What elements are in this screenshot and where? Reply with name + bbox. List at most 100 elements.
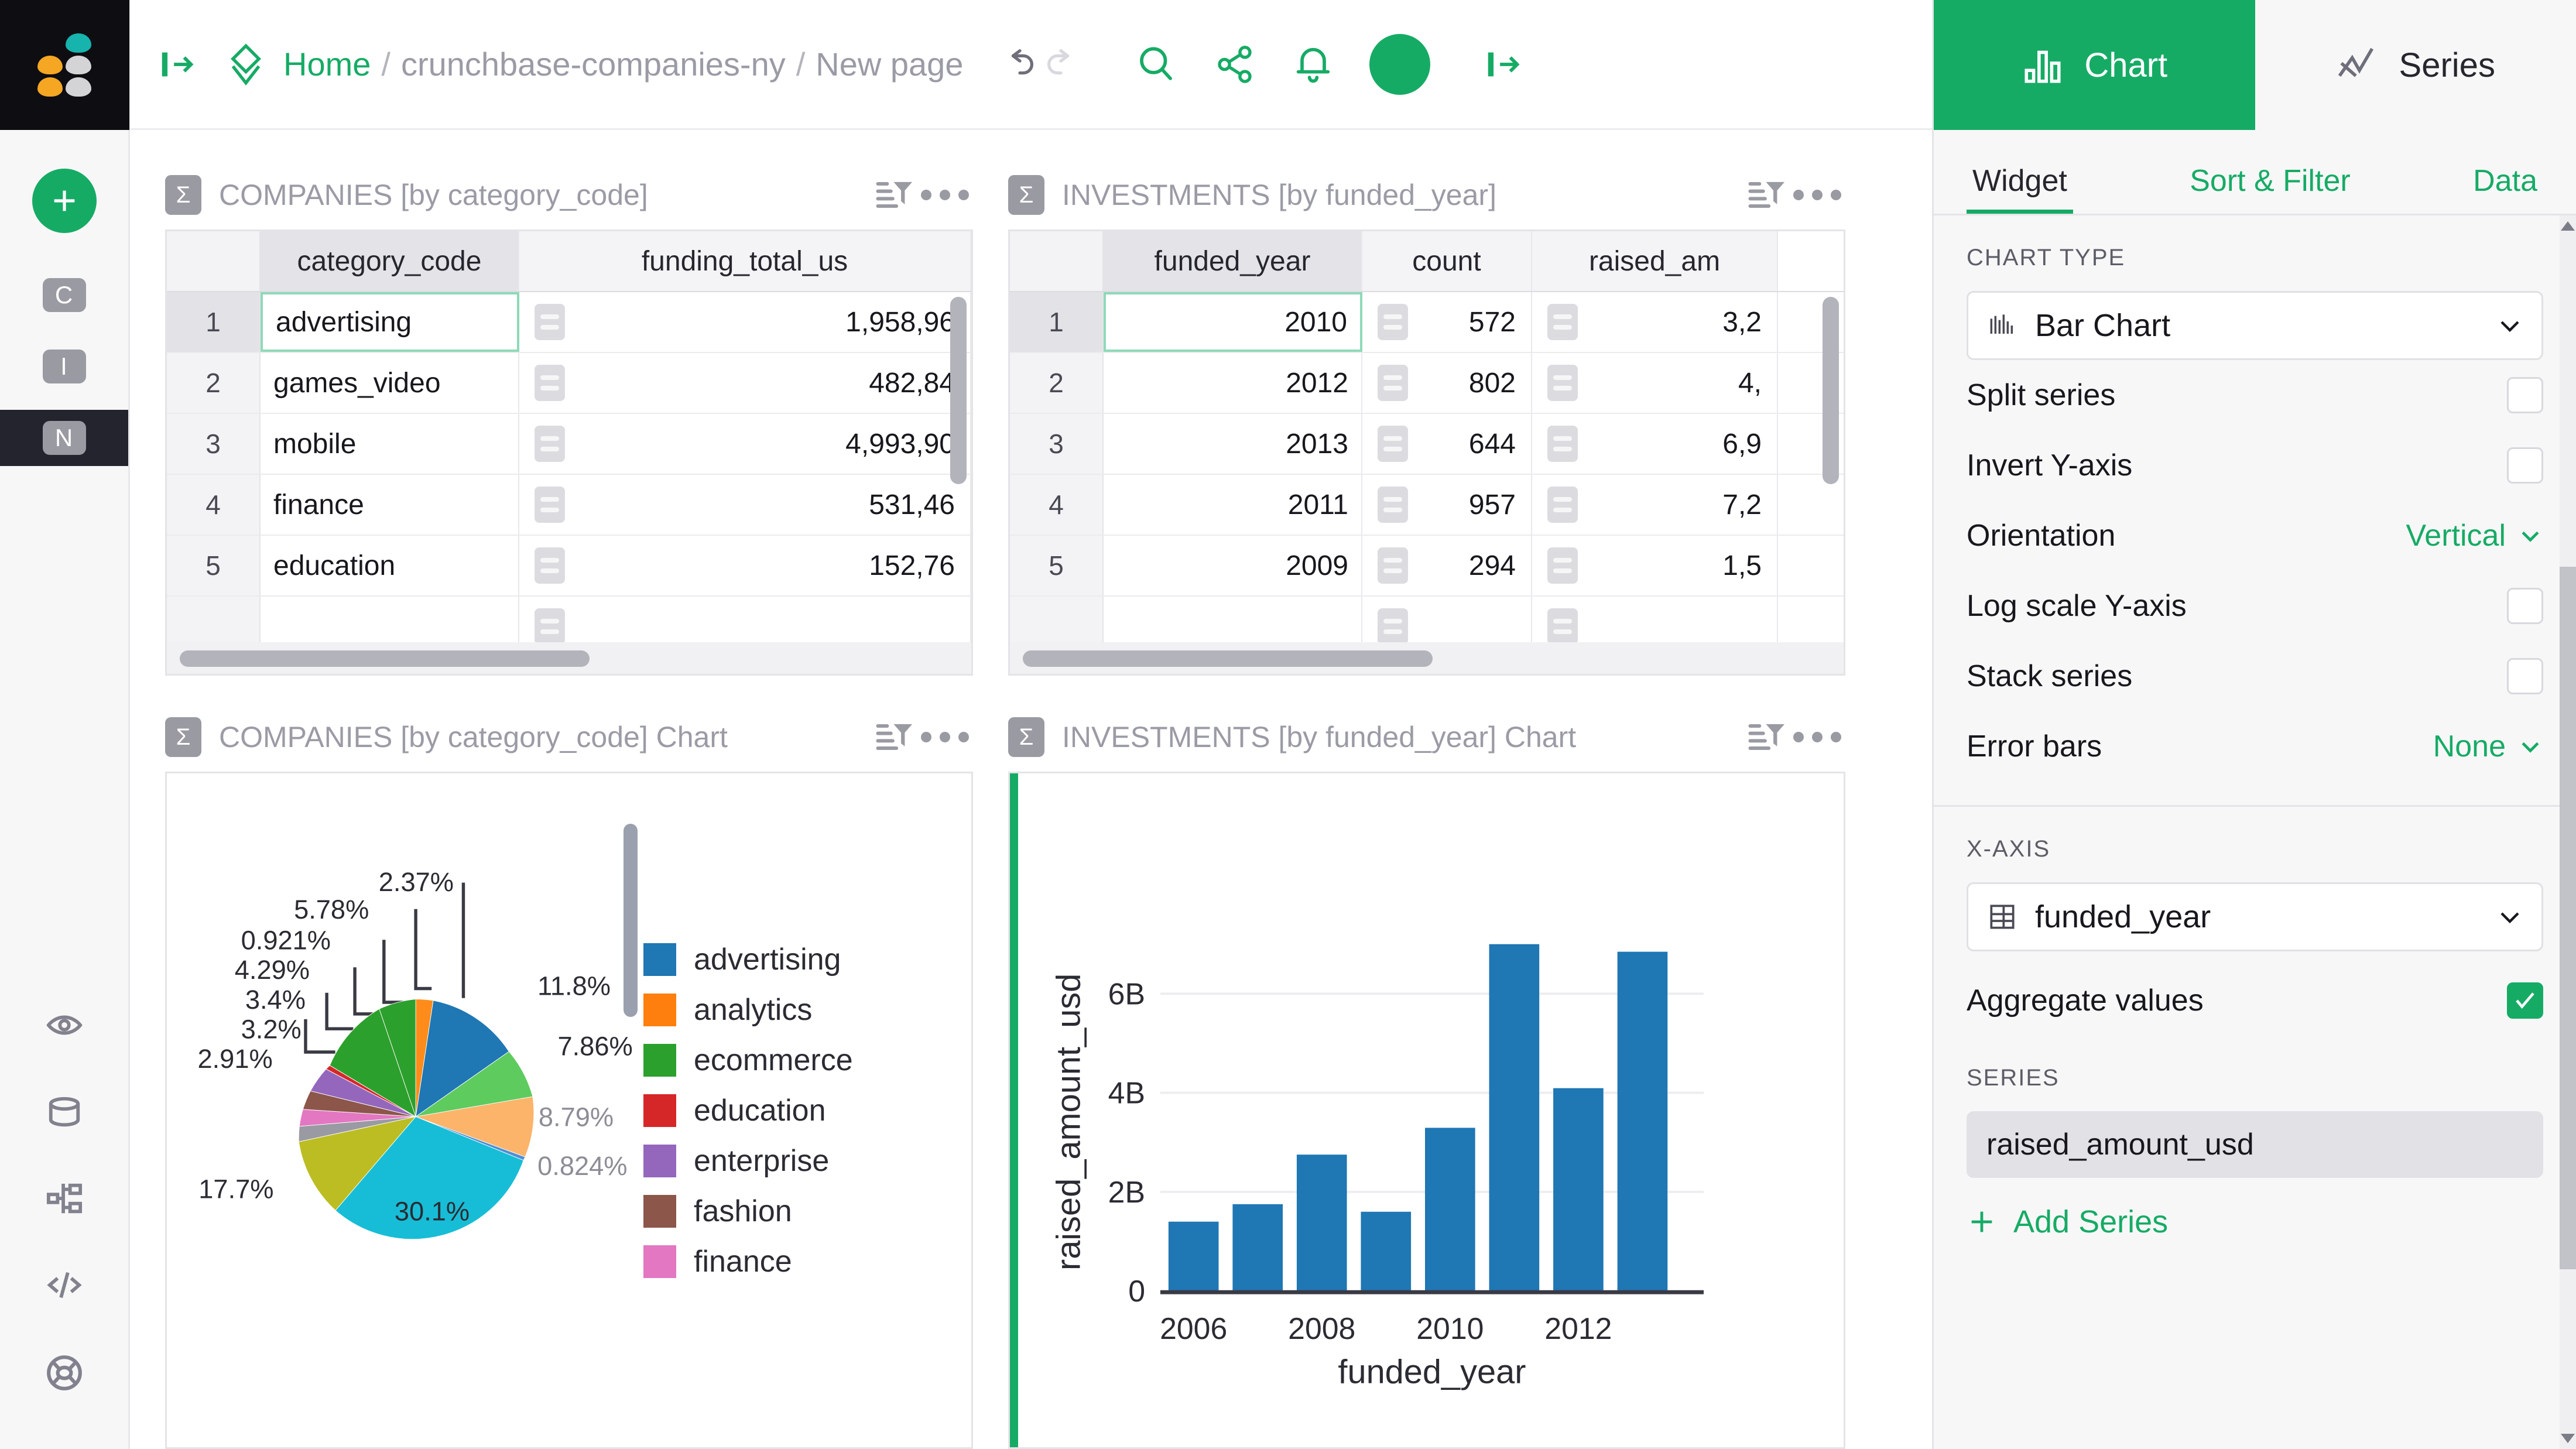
column-header-count[interactable]: count xyxy=(1362,231,1532,291)
cell-raised-amount[interactable]: 6,9 xyxy=(1532,414,1778,474)
cell-funded-year[interactable]: 2013 xyxy=(1104,414,1362,474)
sidebar-item-workspace-c[interactable]: C xyxy=(0,267,128,323)
code-icon[interactable] xyxy=(46,1267,83,1303)
collapse-sidebar-button[interactable] xyxy=(157,44,224,85)
bar-chart-container[interactable]: 0 2B 4B 6B 2006 2008 2010 2012 funded_ xyxy=(1008,772,1845,1449)
option-invert-y-axis[interactable]: Invert Y-axis xyxy=(1967,430,2543,501)
widget-companies-table[interactable]: Σ COMPANIES [by category_code] xyxy=(165,160,973,676)
stack-series-checkbox[interactable] xyxy=(2507,658,2543,694)
table-companies[interactable]: category_code funding_total_us 1 adverti… xyxy=(165,229,973,676)
cell-category-code[interactable]: games_video xyxy=(261,353,519,413)
chart-type-select[interactable]: Bar Chart xyxy=(1967,291,2543,360)
widget-companies-chart[interactable]: Σ COMPANIES [by category_code] Chart xyxy=(165,703,973,1449)
column-header-funding-total[interactable]: funding_total_us xyxy=(519,231,971,291)
table-row[interactable]: 4 finance 531,46 xyxy=(167,475,971,536)
cell-funding-total[interactable]: 482,84 xyxy=(519,353,971,413)
cell-category-code[interactable]: education xyxy=(261,536,519,595)
avatar[interactable] xyxy=(1369,34,1430,95)
legend-item[interactable]: analytics xyxy=(643,992,948,1027)
aggregate-values-checkbox[interactable] xyxy=(2507,982,2543,1019)
scroll-up-arrow-icon[interactable] xyxy=(2561,221,2575,231)
tab-chart[interactable]: Chart xyxy=(1934,0,2255,130)
sort-filter-icon[interactable] xyxy=(872,173,917,217)
add-series-button[interactable]: Add Series xyxy=(1967,1204,2543,1240)
column-header-raised-amount[interactable]: raised_am xyxy=(1532,231,1778,291)
cell-category-code[interactable]: advertising xyxy=(261,292,519,352)
sidebar-item-workspace-n[interactable]: N xyxy=(0,410,128,466)
cell-funding-total[interactable]: 4,993,90 xyxy=(519,414,971,474)
option-aggregate-values[interactable]: Aggregate values xyxy=(1967,965,2543,1036)
search-button[interactable] xyxy=(1134,42,1179,87)
table-row[interactable]: 1 advertising 1,958,96 xyxy=(167,292,971,353)
breadcrumb-home[interactable]: Home xyxy=(283,45,371,83)
eye-icon[interactable] xyxy=(46,1007,83,1043)
subtab-data[interactable]: Data xyxy=(2467,163,2543,214)
sort-filter-icon[interactable] xyxy=(872,715,917,759)
cell-raised-amount[interactable]: 4, xyxy=(1532,353,1778,413)
layers-button[interactable] xyxy=(224,42,283,87)
table-horizontal-scrollbar[interactable] xyxy=(1023,650,1433,667)
widget-menu-button[interactable] xyxy=(917,190,973,200)
legend-scrollbar[interactable] xyxy=(624,824,638,1017)
panel-scroll-thumb[interactable] xyxy=(2560,567,2576,1269)
redo-button[interactable] xyxy=(1040,44,1081,85)
legend-item[interactable]: education xyxy=(643,1093,948,1128)
pipeline-icon[interactable] xyxy=(46,1180,83,1217)
cell-category-code[interactable]: mobile xyxy=(261,414,519,474)
widget-investments-table[interactable]: Σ INVESTMENTS [by funded_year] xyxy=(1008,160,1845,676)
legend-item[interactable]: fashion xyxy=(643,1194,948,1229)
column-header-funded-year[interactable]: funded_year xyxy=(1104,231,1362,291)
pie-chart-container[interactable]: 2.37% 5.78% 0.921% 4.29% 3.4% 3.2% 2.91%… xyxy=(165,772,973,1449)
share-button[interactable] xyxy=(1212,42,1257,87)
cell-count[interactable]: 644 xyxy=(1362,414,1532,474)
option-error-bars[interactable]: Error bars None xyxy=(1967,711,2543,782)
table-investments[interactable]: funded_year count raised_am 1 2010 572 3… xyxy=(1008,229,1845,676)
table-row[interactable]: 4 2011 957 7,2 xyxy=(1010,475,1844,536)
sort-filter-icon[interactable] xyxy=(1745,173,1789,217)
cell-raised-amount[interactable]: 7,2 xyxy=(1532,475,1778,535)
widget-menu-button[interactable] xyxy=(1789,732,1845,742)
cell-count[interactable]: 802 xyxy=(1362,353,1532,413)
table-row[interactable]: 5 education 152,76 xyxy=(167,536,971,597)
legend-item[interactable]: enterprise xyxy=(643,1143,948,1179)
logout-button[interactable] xyxy=(1483,44,1524,85)
table-row[interactable]: 3 2013 644 6,9 xyxy=(1010,414,1844,475)
legend-item[interactable]: advertising xyxy=(643,942,948,977)
table-row[interactable]: 2 games_video 482,84 xyxy=(167,353,971,414)
notifications-button[interactable] xyxy=(1291,42,1335,87)
table-row[interactable]: 1 2010 572 3,2 xyxy=(1010,292,1844,353)
subtab-sort-filter[interactable]: Sort & Filter xyxy=(2184,163,2356,214)
app-logo[interactable] xyxy=(0,0,129,130)
cell-funding-total[interactable]: 152,76 xyxy=(519,536,971,595)
orientation-select[interactable]: Vertical xyxy=(2406,518,2543,553)
table-horizontal-scrollbar[interactable] xyxy=(180,650,590,667)
table-vertical-scrollbar[interactable] xyxy=(950,297,967,484)
sort-filter-icon[interactable] xyxy=(1745,715,1789,759)
cell-count[interactable]: 294 xyxy=(1362,536,1532,595)
option-split-series[interactable]: Split series xyxy=(1967,360,2543,430)
series-item-raised-amount-usd[interactable]: raised_amount_usd xyxy=(1967,1111,2543,1178)
x-axis-select[interactable]: funded_year xyxy=(1967,882,2543,951)
option-stack-series[interactable]: Stack series xyxy=(1967,641,2543,711)
cell-raised-amount[interactable]: 3,2 xyxy=(1532,292,1778,352)
table-row[interactable]: 3 mobile 4,993,90 xyxy=(167,414,971,475)
column-header-category-code[interactable]: category_code xyxy=(261,231,519,291)
cell-count[interactable]: 957 xyxy=(1362,475,1532,535)
cell-count[interactable]: 572 xyxy=(1362,292,1532,352)
sidebar-item-workspace-i[interactable]: I xyxy=(0,338,128,395)
subtab-widget[interactable]: Widget xyxy=(1967,163,2073,214)
tab-series[interactable]: Series xyxy=(2255,0,2576,130)
legend-item[interactable]: finance xyxy=(643,1244,948,1279)
error-bars-select[interactable]: None xyxy=(2433,729,2543,764)
widget-menu-button[interactable] xyxy=(917,732,973,742)
help-button[interactable] xyxy=(45,1354,84,1395)
undo-button[interactable] xyxy=(999,44,1040,85)
cell-funding-total[interactable]: 531,46 xyxy=(519,475,971,535)
invert-y-axis-checkbox[interactable] xyxy=(2507,447,2543,484)
table-row[interactable]: 5 2009 294 1,5 xyxy=(1010,536,1844,597)
cell-funded-year[interactable]: 2012 xyxy=(1104,353,1362,413)
table-row[interactable]: 2 2012 802 4, xyxy=(1010,353,1844,414)
widget-menu-button[interactable] xyxy=(1789,190,1845,200)
table-vertical-scrollbar[interactable] xyxy=(1823,297,1839,484)
cell-funded-year[interactable]: 2010 xyxy=(1104,292,1362,352)
